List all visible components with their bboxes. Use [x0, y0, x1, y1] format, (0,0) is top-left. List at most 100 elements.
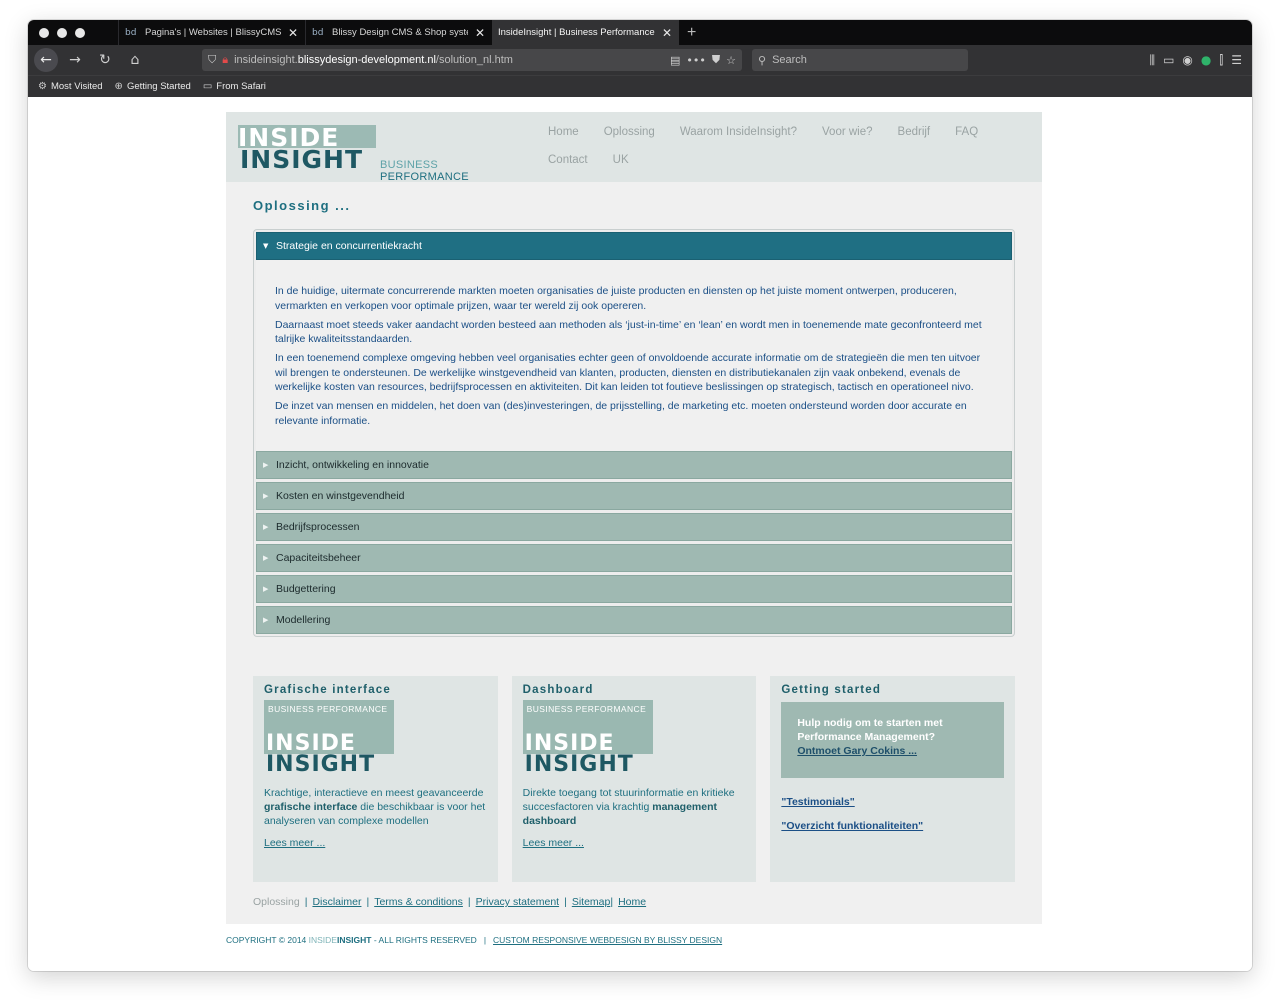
favicon-icon: bd: [312, 27, 324, 38]
search-placeholder: Search: [772, 54, 807, 66]
footer-terms[interactable]: Terms & conditions: [374, 896, 463, 908]
site-header: INSIDE INSIGHT BUSINESS PERFORMANCE Home…: [226, 112, 1042, 183]
tab-strip: bd Pagina's | Websites | BlissyCMS ✕ bd …: [28, 20, 1252, 45]
blissy-design-link[interactable]: CUSTOM RESPONSIVE WEBDESIGN BY BLISSY DE…: [493, 935, 722, 945]
card-title: Grafische interface: [264, 684, 391, 696]
overzicht-link[interactable]: "Overzicht funktionaliteiten": [781, 820, 1004, 832]
nav-waarom[interactable]: Waarom InsideInsight?: [680, 126, 797, 138]
pocket-icon[interactable]: ⛊: [712, 53, 720, 67]
nav-oplossing[interactable]: Oplossing: [604, 126, 655, 138]
tab-title: Pagina's | Websites | BlissyCMS: [145, 27, 281, 38]
bookmark-most-visited[interactable]: ⚙ Most Visited: [38, 81, 103, 92]
nav-contact[interactable]: Contact: [548, 154, 588, 166]
reload-icon[interactable]: ↻: [92, 48, 118, 72]
url-text[interactable]: insideinsight.blissydesign-development.n…: [234, 54, 664, 66]
close-tab-icon[interactable]: ✕: [287, 26, 299, 40]
copyright: COPYRIGHT © 2014 INSIDEINSIGHT - ALL RIG…: [226, 935, 723, 945]
minimize-window-button[interactable]: [57, 27, 67, 38]
card-getting-started: Getting started Hulp nodig om te starten…: [770, 676, 1016, 882]
body-paragraph: Daarnaast moet steeds vaker aandacht wor…: [275, 318, 982, 346]
search-input[interactable]: ⚲ Search: [752, 49, 968, 71]
card-dashboard: Dashboard BUSINESS PERFORMANCE INSIDE IN…: [511, 676, 757, 882]
tab-title: Blissy Design CMS & Shop system: [332, 27, 468, 38]
sidebar-icon[interactable]: ▭: [1163, 53, 1174, 68]
gary-cokins-link[interactable]: Ontmoet Gary Cokins ...: [797, 745, 917, 757]
nav-bedrijf[interactable]: Bedrijf: [898, 126, 931, 138]
bookmarks-bar: ⚙ Most Visited ⊕ Getting Started ▭ From Saf…: [28, 75, 1252, 97]
tab-title: InsideInsight | Business Performance: [498, 27, 655, 38]
footer-current: Oplossing: [253, 896, 300, 908]
window-controls: [28, 20, 118, 45]
accordion-header[interactable]: ▶ Capaciteitsbeheer: [256, 543, 1012, 572]
gear-icon: ⚙: [38, 81, 47, 92]
card-title: Dashboard: [522, 684, 594, 696]
accordion-header[interactable]: ▶ Bedrijfsprocessen: [256, 512, 1012, 541]
accordion-header-open[interactable]: ▼ Strategie en concurrentiekracht: [256, 232, 1012, 260]
browser-tab-active[interactable]: InsideInsight | Business Performance ✕: [492, 20, 679, 45]
accordion-header[interactable]: ▶ Modellering: [256, 605, 1012, 634]
close-tab-icon[interactable]: ✕: [661, 26, 673, 40]
card-text: Krachtige, interactieve en meest geavanc…: [264, 787, 486, 827]
reader-view-icon[interactable]: ▤: [670, 54, 680, 67]
triangle-down-icon: ▼: [263, 242, 269, 250]
menu-icon[interactable]: ☰: [1231, 53, 1242, 68]
accordion-body: In de huidige, uitermate concurrerende m…: [256, 260, 1012, 451]
new-tab-icon[interactable]: +: [679, 20, 704, 45]
nav-voor-wie[interactable]: Voor wie?: [822, 126, 873, 138]
browser-window: bd Pagina's | Websites | BlissyCMS ✕ bd …: [28, 20, 1252, 971]
site-container: INSIDE INSIGHT BUSINESS PERFORMANCE Home…: [226, 112, 1042, 924]
favicon-icon: bd: [125, 27, 137, 38]
bookmark-from-safari[interactable]: ▭ From Safari: [203, 81, 266, 92]
triangle-right-icon: ▶: [263, 584, 269, 593]
card-logo: BUSINESS PERFORMANCE INSIDE INSIGHT: [522, 700, 653, 778]
footer-sitemap[interactable]: Sitemap: [572, 896, 611, 908]
nav-uk[interactable]: UK: [613, 154, 629, 166]
account-icon[interactable]: ◉: [1182, 53, 1192, 68]
main-nav: Home Oplossing Waarom InsideInsight? Voo…: [548, 126, 1008, 166]
grammarly-icon[interactable]: ●: [1201, 53, 1211, 68]
maximize-window-button[interactable]: [75, 27, 85, 38]
body-paragraph: In de huidige, uitermate concurrerende m…: [275, 285, 957, 312]
back-icon[interactable]: ←: [34, 48, 58, 72]
bookmark-getting-started[interactable]: ⊕ Getting Started: [115, 81, 191, 92]
url-bar[interactable]: ⛉ 🔒︎ insideinsight.blissydesign-developm…: [202, 49, 742, 71]
triangle-right-icon: ▶: [263, 553, 269, 562]
folder-icon: ▭: [202, 81, 213, 92]
lees-meer-link[interactable]: Lees meer ...: [523, 837, 584, 849]
body-paragraph: In een toenemend complexe omgeving hebbe…: [275, 352, 981, 393]
testimonials-link[interactable]: "Testimonials": [781, 796, 1004, 808]
close-tab-icon[interactable]: ✕: [474, 26, 486, 40]
accordion-header[interactable]: ▶ Inzicht, ontwikkeling en innovatie: [256, 450, 1012, 479]
lock-icon[interactable]: 🔒︎: [222, 53, 228, 67]
footer-disclaimer[interactable]: Disclaimer: [312, 896, 361, 908]
navigation-bar: ← → ↻ ⌂ ⛉ 🔒︎ insideinsight.blissydesign-…: [28, 45, 1252, 75]
nav-home[interactable]: Home: [548, 126, 579, 138]
page-actions-icon[interactable]: •••: [686, 54, 705, 67]
card-logo: BUSINESS PERFORMANCE INSIDE INSIGHT: [264, 700, 394, 778]
close-window-button[interactable]: [39, 27, 49, 38]
page-title: Oplossing ...: [253, 198, 351, 213]
bookmark-star-icon[interactable]: ☆: [726, 54, 736, 67]
logo-insight-text: INSIGHT: [240, 145, 364, 174]
triangle-right-icon: ▶: [263, 615, 269, 624]
footer-home[interactable]: Home: [618, 896, 646, 908]
nav-faq[interactable]: FAQ: [955, 126, 978, 138]
toolbar-icons: ⫼ ▭ ◉ ● ⫿ ☰: [1150, 53, 1246, 68]
triangle-right-icon: ▶: [263, 460, 269, 469]
extension-icon[interactable]: ⫿: [1219, 53, 1223, 68]
card-text: Direkte toegang tot stuurinformatie en k…: [522, 787, 735, 827]
accordion-header[interactable]: ▶ Budgettering: [256, 574, 1012, 603]
accordion-header[interactable]: ▶ Kosten en winstgevendheid: [256, 481, 1012, 510]
globe-icon: ⊕: [114, 81, 123, 92]
help-box: Hulp nodig om te starten met Performance…: [781, 702, 1005, 778]
library-icon[interactable]: ⫼: [1150, 53, 1156, 68]
lees-meer-link[interactable]: Lees meer ...: [264, 837, 325, 849]
browser-tab[interactable]: bd Pagina's | Websites | BlissyCMS ✕: [118, 20, 305, 45]
site-logo[interactable]: INSIDE INSIGHT BUSINESS PERFORMANCE: [238, 123, 528, 183]
footer-privacy[interactable]: Privacy statement: [476, 896, 559, 908]
forward-icon[interactable]: →: [62, 48, 88, 72]
shield-icon[interactable]: ⛉: [208, 53, 216, 67]
browser-tab[interactable]: bd Blissy Design CMS & Shop system ✕: [305, 20, 492, 45]
triangle-right-icon: ▶: [263, 522, 269, 531]
home-icon[interactable]: ⌂: [122, 48, 148, 72]
